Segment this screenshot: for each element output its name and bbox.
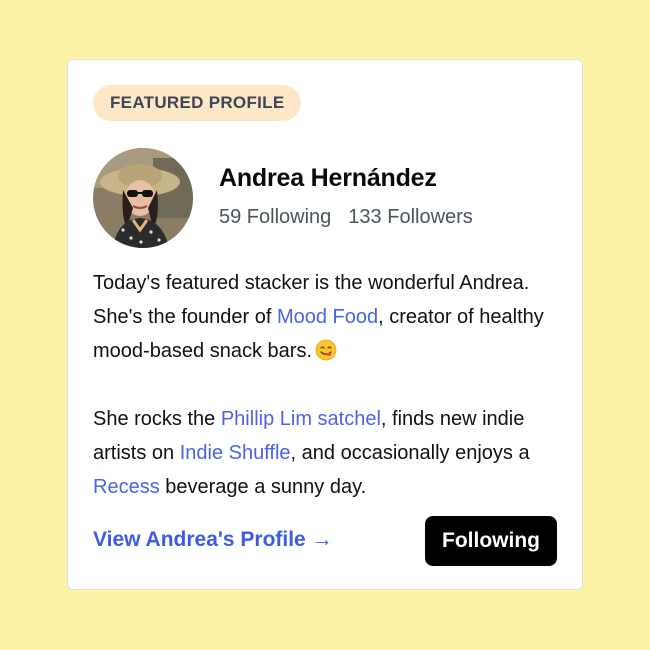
profile-name: Andrea Hernández bbox=[219, 164, 437, 192]
bio-text: beverage a sunny day. bbox=[159, 476, 367, 498]
bio-text: , and occasionally enjoys a bbox=[290, 442, 530, 464]
following-count[interactable]: 59 Following bbox=[219, 206, 331, 228]
mood-food-link[interactable]: Mood Food bbox=[277, 306, 378, 328]
phillip-lim-satchel-link[interactable]: Phillip Lim satchel bbox=[221, 408, 381, 430]
followers-count[interactable]: 133 Followers bbox=[348, 206, 473, 228]
recess-link[interactable]: Recess bbox=[93, 476, 160, 498]
follow-stats: 59 Following 133 Followers bbox=[219, 206, 473, 229]
yum-face-icon bbox=[315, 338, 337, 361]
indie-shuffle-link[interactable]: Indie Shuffle bbox=[180, 442, 291, 464]
bio-paragraph-2: She rocks the Phillip Lim satchel, finds… bbox=[93, 402, 563, 504]
bio-paragraph-1: Today's featured stacker is the wonderfu… bbox=[93, 266, 563, 368]
avatar[interactable] bbox=[93, 148, 193, 248]
bio-text: She rocks the bbox=[93, 408, 221, 430]
featured-profile-card: FEATURED PROFILE Andrea Hernández 59 Fol… bbox=[67, 59, 583, 590]
following-button[interactable]: Following bbox=[425, 516, 557, 566]
profile-bio: Today's featured stacker is the wonderfu… bbox=[93, 266, 563, 504]
featured-profile-badge: FEATURED PROFILE bbox=[93, 85, 302, 121]
view-profile-link[interactable]: View Andrea's Profile → bbox=[93, 528, 333, 552]
